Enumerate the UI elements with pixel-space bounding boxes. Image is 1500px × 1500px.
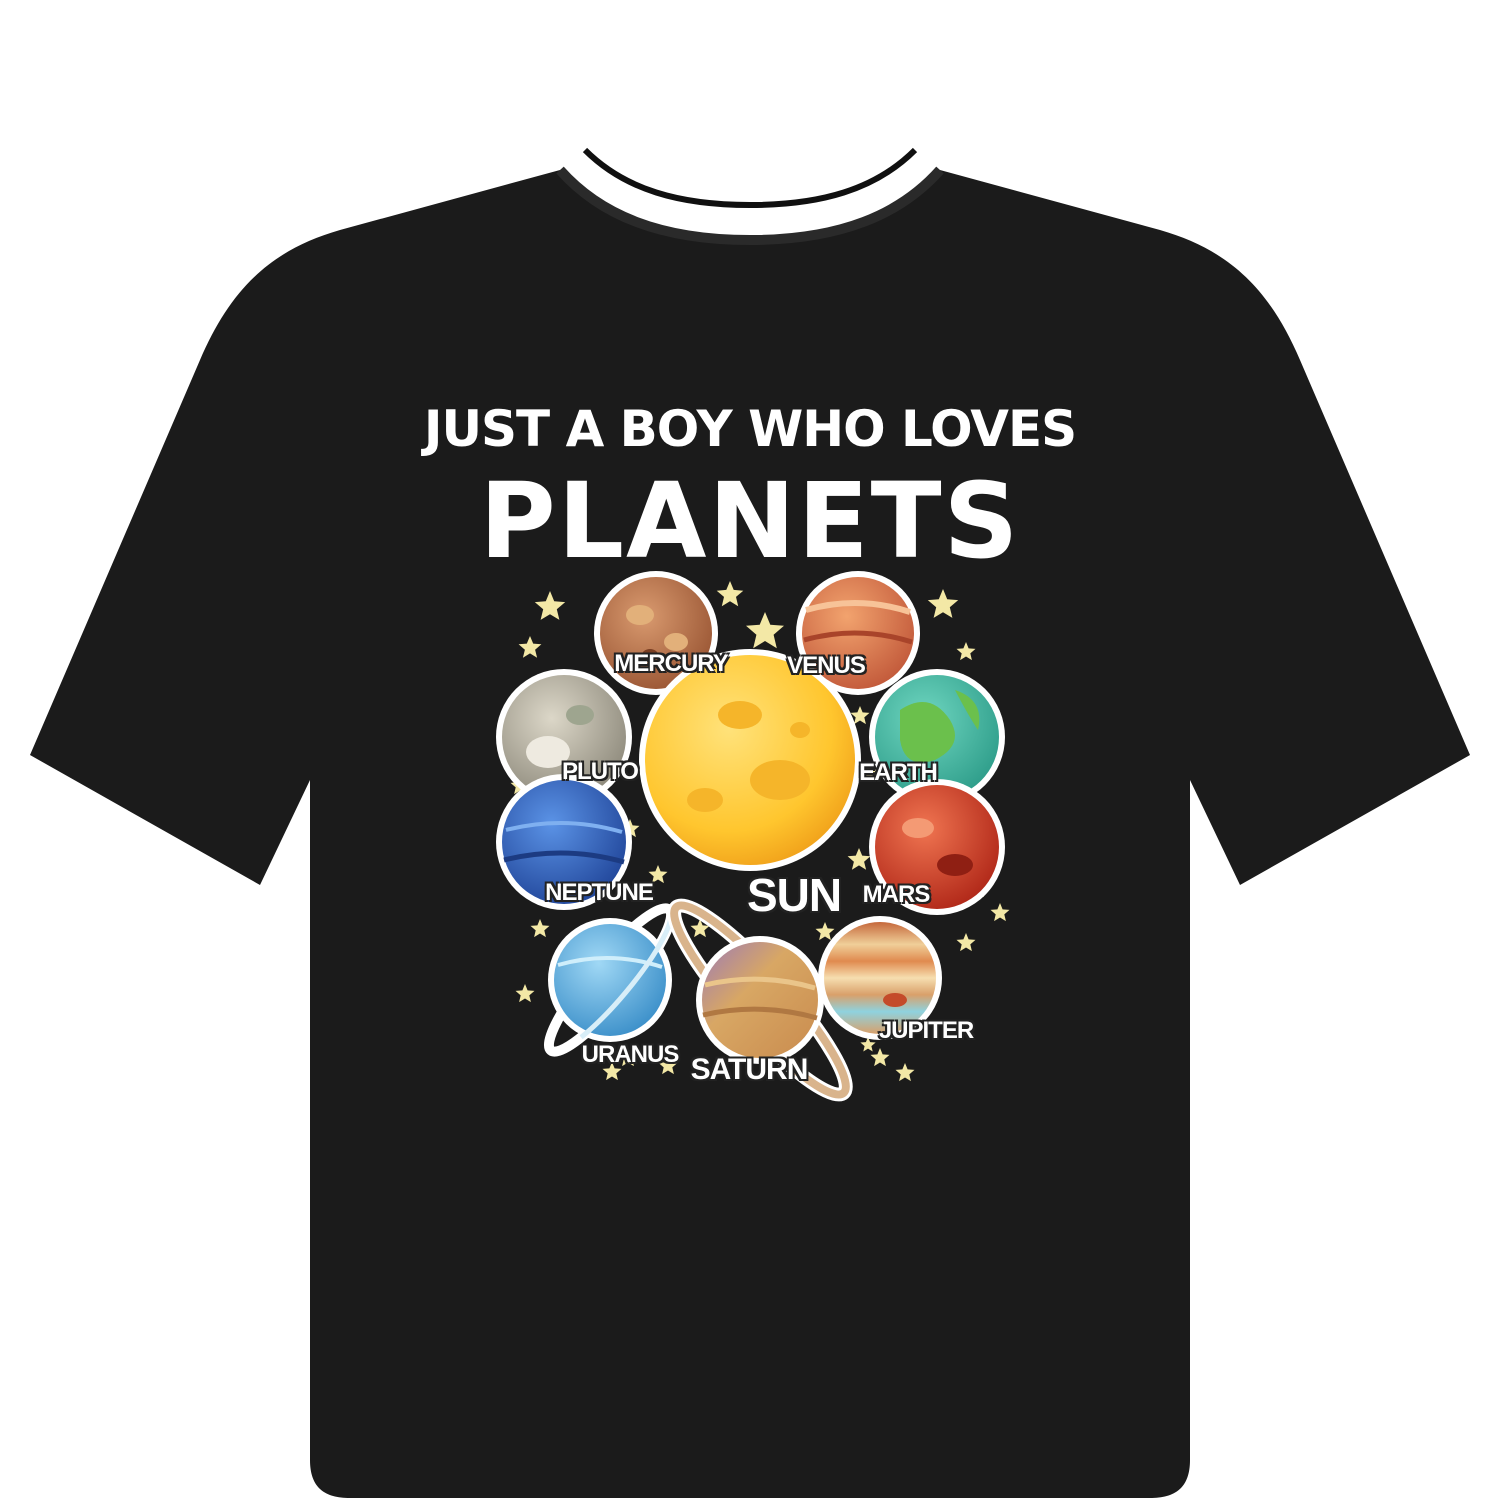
- earth-label: EARTH: [859, 759, 938, 786]
- headline-big: PLANETS: [479, 460, 1021, 582]
- neptune-label: NEPTUNE: [545, 879, 654, 906]
- tshirt-collar-inner: [582, 147, 918, 209]
- sun-label: SUN: [746, 869, 842, 921]
- saturn-label: SATURN: [690, 1053, 809, 1086]
- mars-label: MARS: [862, 881, 931, 908]
- venus-label: VENUS: [787, 652, 866, 679]
- uranus-label: URANUS: [581, 1041, 680, 1068]
- pluto-label: PLUTO: [562, 758, 639, 785]
- jupiter-label: JUPITER: [878, 1017, 974, 1044]
- mercury-label: MERCURY: [614, 650, 728, 677]
- headline-small: JUST A BOY WHO LOVES: [423, 400, 1077, 458]
- product-mockup: JUST A BOY WHO LOVES PLANETS MERCURY VEN…: [0, 0, 1500, 1500]
- tshirt-artwork: [30, 147, 1470, 1498]
- sun-icon: [639, 649, 861, 871]
